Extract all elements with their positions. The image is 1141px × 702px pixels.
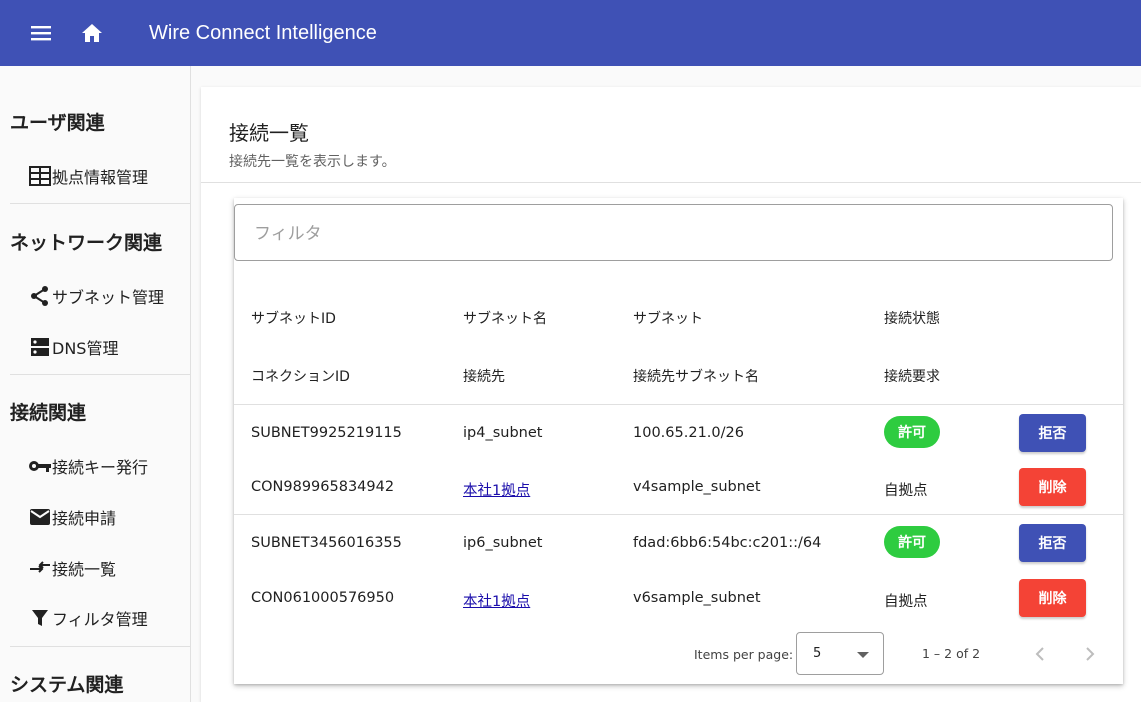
sidebar-item-label: 接続申請 [52,509,117,528]
sidebar-item-filter[interactable]: フィルタ管理 [28,606,148,630]
header-connection-request[interactable]: 接続要求 [884,366,940,386]
home-icon[interactable] [80,21,104,45]
cell-subnet: fdad:6bb6:54bc:c201::/64 [633,535,822,551]
connection-table-card: サブネットID サブネット名 サブネット 接続状態 コネクションID 接続先 接… [234,198,1123,684]
destination-link[interactable]: 本社1拠点 [463,590,530,611]
mail-icon [28,505,52,529]
header-destination[interactable]: 接続先 [463,366,505,386]
header-subnet[interactable]: サブネット [633,308,703,328]
sidebar-divider [10,374,190,375]
share-icon [28,284,52,308]
sidebar-item-subnet[interactable]: サブネット管理 [28,284,164,308]
page-size-select[interactable]: 5 [796,632,884,675]
sidebar-divider [10,203,190,204]
status-badge[interactable]: 許可 [884,416,940,448]
cell-connection-id: CON061000576950 [251,590,395,606]
cell-subnet-id: SUBNET9925219115 [251,425,402,441]
page-size-value: 5 [813,646,822,661]
sidebar-section-network: ネットワーク関連 [10,232,163,254]
chevron-down-icon [857,652,869,658]
sidebar-item-site-info[interactable]: 拠点情報管理 [28,164,148,188]
header-connection-status[interactable]: 接続状態 [884,308,940,328]
cell-subnet: 100.65.21.0/26 [633,425,744,441]
top-toolbar: Wire Connect Intelligence [0,0,1141,66]
key-icon [28,454,52,478]
cell-subnet-id: SUBNET3456016355 [251,535,402,551]
cell-connection-id: CON989965834942 [251,479,395,495]
destination-link[interactable]: 本社1拠点 [463,479,530,500]
row-divider [234,404,1123,405]
sidebar-section-connection: 接続関連 [10,402,87,424]
header-connection-id[interactable]: コネクションID [251,366,350,386]
table-icon [28,164,52,188]
items-per-page-label: Items per page: [694,647,794,662]
header-divider [201,182,1141,183]
delete-button[interactable]: 削除 [1019,468,1086,506]
sidebar-item-key-issue[interactable]: 接続キー発行 [28,454,148,478]
row-divider [234,514,1123,515]
filter-field[interactable] [234,204,1113,261]
sidebar-section-user: ユーザ関連 [10,112,105,134]
status-badge[interactable]: 許可 [884,526,940,558]
cell-connection-request: 自拠点 [884,594,928,610]
filter-input[interactable] [252,220,1096,248]
page-subtitle: 接続先一覧を表示します。 [229,154,396,170]
sidebar-section-system: システム関連 [10,674,124,696]
sidebar-item-label: 接続一覧 [52,560,117,579]
chevron-left-icon[interactable] [1032,646,1048,662]
sidebar-item-label: DNS管理 [52,339,119,358]
page-range-label: 1 – 2 of 2 [922,646,981,661]
sidebar: ユーザ関連 拠点情報管理 ネットワーク関連 サブネット管理 DNS管理 接続関連… [0,66,191,702]
delete-button[interactable]: 削除 [1019,579,1086,617]
cell-dest-subnet-name: v6sample_subnet [633,590,761,606]
chevron-right-icon[interactable] [1082,646,1098,662]
app-title: Wire Connect Intelligence [149,22,377,44]
compare-arrows-icon [28,556,52,580]
sidebar-divider [10,646,190,647]
reject-button[interactable]: 拒否 [1019,414,1086,452]
sidebar-item-dns[interactable]: DNS管理 [28,335,118,359]
sidebar-item-label: 接続キー発行 [52,458,149,477]
header-dest-subnet-name[interactable]: 接続先サブネット名 [633,366,759,386]
dns-icon [28,335,52,359]
cell-connection-request: 自拠点 [884,483,928,499]
menu-icon[interactable] [29,21,53,45]
sidebar-item-label: 拠点情報管理 [52,168,149,187]
page-title: 接続一覧 [229,121,309,145]
filter-icon [28,606,52,630]
header-subnet-name[interactable]: サブネット名 [463,308,547,328]
cell-dest-subnet-name: v4sample_subnet [633,479,761,495]
cell-subnet-name: ip6_subnet [463,535,543,551]
header-subnet-id[interactable]: サブネットID [251,308,336,328]
sidebar-item-connection-list[interactable]: 接続一覧 [28,556,116,580]
sidebar-item-connection-request[interactable]: 接続申請 [28,505,116,529]
sidebar-item-label: サブネット管理 [52,288,165,307]
sidebar-item-label: フィルタ管理 [52,610,148,629]
cell-subnet-name: ip4_subnet [463,425,543,441]
reject-button[interactable]: 拒否 [1019,524,1086,562]
